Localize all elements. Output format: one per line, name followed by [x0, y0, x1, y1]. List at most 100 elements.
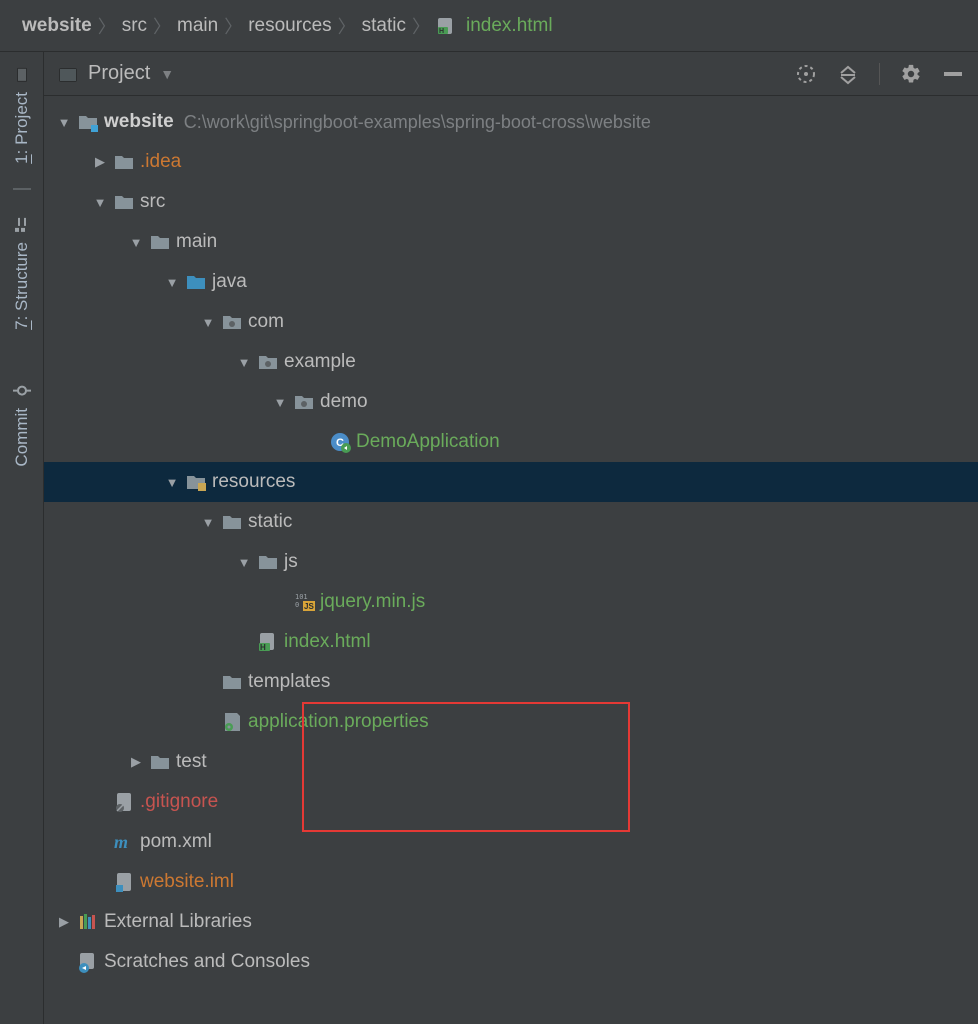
tree-node-label: com: [248, 311, 284, 333]
svg-text:H: H: [260, 643, 266, 652]
rail-separator: [0, 176, 44, 204]
project-tree[interactable]: ▼ website C:\work\git\springboot-example…: [44, 96, 978, 1024]
select-opened-file-button[interactable]: [795, 63, 817, 85]
tool-view-label: Project: [88, 62, 150, 85]
tree-row-file[interactable]: ▶ C DemoApplication: [44, 422, 978, 462]
expand-arrow-icon[interactable]: ▼: [268, 395, 292, 410]
tree-node-label: DemoApplication: [356, 431, 500, 453]
tree-row[interactable]: ▼ com: [44, 302, 978, 342]
html-file-icon: H: [436, 16, 456, 36]
tree-node-label: .idea: [140, 151, 181, 173]
expand-arrow-icon[interactable]: ▼: [88, 195, 112, 210]
html-file-icon: H: [256, 631, 280, 653]
tree-node-label: templates: [248, 671, 330, 693]
package-icon: [220, 311, 244, 333]
breadcrumb-item[interactable]: static: [362, 15, 406, 37]
tree-row[interactable]: ▼ src: [44, 182, 978, 222]
tree-row[interactable]: ▼ main: [44, 222, 978, 262]
tree-row[interactable]: ▼ example: [44, 342, 978, 382]
js-file-icon: 1010 JS: [292, 591, 316, 613]
expand-arrow-icon[interactable]: ▼: [232, 355, 256, 370]
hide-tool-window-button[interactable]: [942, 70, 964, 78]
tree-row[interactable]: ▼ java: [44, 262, 978, 302]
tree-node-label: website.iml: [140, 871, 234, 893]
chevron-right-icon: 〉: [412, 13, 430, 39]
chevron-right-icon: 〉: [224, 13, 242, 39]
breadcrumb-item[interactable]: resources: [248, 15, 331, 37]
maven-file-icon: m: [112, 831, 136, 853]
tree-row-file[interactable]: ▶ application.properties: [44, 702, 978, 742]
rail-tab-project[interactable]: 1: Project: [12, 54, 32, 176]
svg-text:101: 101: [295, 593, 308, 601]
expand-arrow-icon[interactable]: ▶: [88, 154, 112, 170]
tree-row[interactable]: ▶ templates: [44, 662, 978, 702]
tree-row-external-libraries[interactable]: ▶ External Libraries: [44, 902, 978, 942]
rail-tab-structure[interactable]: 7: Structure: [12, 204, 32, 342]
breadcrumb: website 〉 src 〉 main 〉 resources 〉 stati…: [0, 0, 978, 52]
tree-node-label: index.html: [284, 631, 371, 653]
expand-arrow-icon[interactable]: ▶: [124, 754, 148, 770]
expand-arrow-icon[interactable]: ▼: [160, 475, 184, 490]
breadcrumb-current[interactable]: H index.html: [436, 15, 553, 37]
tree-row-file[interactable]: ▶ H index.html: [44, 622, 978, 662]
expand-arrow-icon[interactable]: ▼: [196, 515, 220, 530]
gitignore-file-icon: [112, 791, 136, 813]
project-icon: [13, 66, 31, 84]
chevron-down-icon: ▼: [160, 66, 174, 82]
svg-text:JS: JS: [304, 602, 314, 611]
tree-node-label: java: [212, 271, 247, 293]
tool-header: Project ▼: [44, 52, 978, 96]
folder-icon: [256, 551, 280, 573]
tree-node-label: js: [284, 551, 298, 573]
tree-row-selected[interactable]: ▼ resources: [44, 462, 978, 502]
tree-row[interactable]: ▼ demo: [44, 382, 978, 422]
rail-tab-label: 7: Structure: [12, 242, 32, 330]
expand-arrow-icon[interactable]: ▼: [124, 235, 148, 250]
tree-row-project-root[interactable]: ▼ website C:\work\git\springboot-example…: [44, 102, 978, 142]
breadcrumb-item[interactable]: src: [122, 15, 147, 37]
tree-node-label: static: [248, 511, 292, 533]
tree-node-label: External Libraries: [104, 911, 252, 933]
tree-row[interactable]: ▶ test: [44, 742, 978, 782]
rail-tab-commit[interactable]: Commit: [12, 370, 32, 479]
tree-row-file[interactable]: ▶ m pom.xml: [44, 822, 978, 862]
expand-all-button[interactable]: [837, 63, 859, 85]
svg-text:H: H: [439, 28, 444, 35]
gear-icon[interactable]: [900, 63, 922, 85]
tree-row[interactable]: ▼ js: [44, 542, 978, 582]
svg-text:m: m: [114, 832, 128, 852]
tree-node-label: .gitignore: [140, 791, 218, 813]
expand-arrow-icon[interactable]: ▶: [52, 914, 76, 930]
module-folder-icon: [76, 111, 100, 133]
iml-file-icon: [112, 871, 136, 893]
tree-row-scratches[interactable]: ▶ Scratches and Consoles: [44, 942, 978, 982]
tree-node-label: example: [284, 351, 356, 373]
properties-file-icon: [220, 711, 244, 733]
tree-node-label: test: [176, 751, 207, 773]
libraries-icon: [76, 911, 100, 933]
tool-window-rail: 1: Project 7: Structure Commit: [0, 52, 44, 1024]
expand-arrow-icon[interactable]: ▼: [160, 275, 184, 290]
folder-icon: [112, 151, 136, 173]
tree-node-label: resources: [212, 471, 295, 493]
chevron-right-icon: 〉: [338, 13, 356, 39]
tree-row-file[interactable]: ▶ website.iml: [44, 862, 978, 902]
breadcrumb-item[interactable]: main: [177, 15, 218, 37]
breadcrumb-current-label: index.html: [466, 15, 553, 37]
package-icon: [256, 351, 280, 373]
expand-arrow-icon[interactable]: ▼: [52, 115, 76, 130]
tree-row-file[interactable]: ▶ .gitignore: [44, 782, 978, 822]
chevron-right-icon: 〉: [153, 13, 171, 39]
expand-arrow-icon[interactable]: ▼: [196, 315, 220, 330]
tree-row[interactable]: ▼ static: [44, 502, 978, 542]
breadcrumb-item[interactable]: website: [22, 15, 92, 37]
tree-row-file[interactable]: ▶ 1010JS jquery.min.js: [44, 582, 978, 622]
svg-text:0: 0: [295, 601, 299, 609]
tree-node-label: website: [104, 111, 174, 133]
expand-arrow-icon[interactable]: ▼: [232, 555, 256, 570]
chevron-right-icon: 〉: [98, 13, 116, 39]
scratches-icon: [76, 951, 100, 973]
tool-view-selector[interactable]: Project ▼: [88, 62, 174, 85]
source-folder-icon: [184, 271, 208, 293]
tree-row[interactable]: ▶ .idea: [44, 142, 978, 182]
